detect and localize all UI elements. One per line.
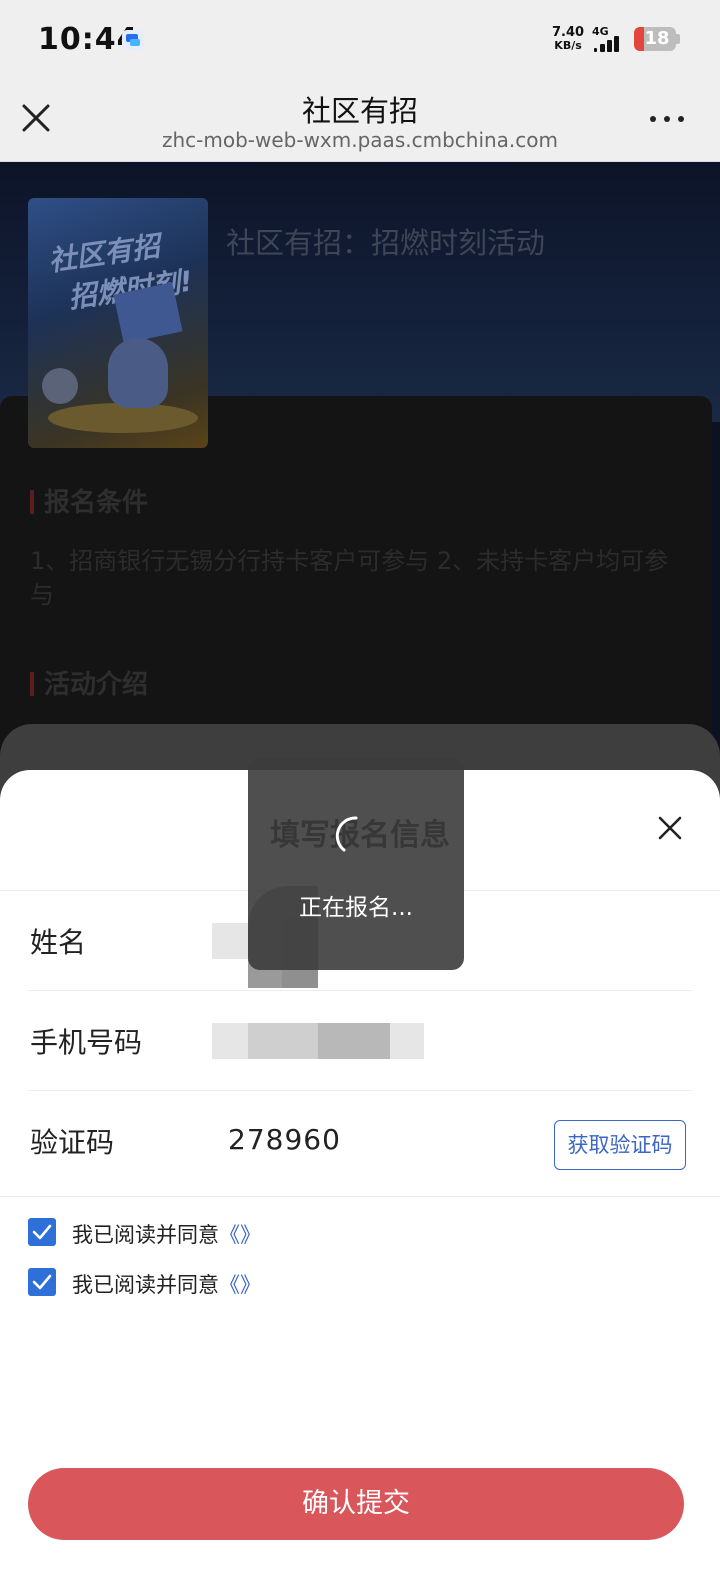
- browser-nav-bar: 社区有招 zhc-mob-web-wxm.paas.cmbchina.com: [0, 80, 720, 162]
- section-heading-intro: 活动介绍: [44, 670, 149, 700]
- battery-cap: [676, 34, 680, 44]
- network-speed: 7.40 KB/s: [552, 26, 584, 52]
- agreement-prefix: 我已阅读并同意: [72, 1223, 219, 1247]
- loading-message: 正在报名...: [299, 895, 413, 921]
- code-field-label: 验证码: [30, 1126, 115, 1159]
- section-marker: [30, 490, 34, 514]
- redacted-block: [318, 1023, 390, 1059]
- redacted-block: [248, 1023, 318, 1059]
- more-icon[interactable]: [650, 108, 690, 128]
- submit-button[interactable]: 确认提交: [28, 1468, 684, 1540]
- section-heading-conditions: 报名条件: [44, 488, 149, 518]
- agreement-checkbox[interactable]: [28, 1218, 56, 1246]
- section-text-conditions: 1、招商银行无锡分行持卡客户可参与 2、未持卡客户均可参与: [30, 547, 669, 609]
- message-app-icon: [122, 30, 144, 50]
- section-marker: [30, 672, 34, 696]
- agreement-prefix: 我已阅读并同意: [72, 1273, 219, 1297]
- agreement-text: 我已阅读并同意《》: [72, 1219, 261, 1249]
- signal-icon: [594, 34, 628, 52]
- code-input[interactable]: 278960: [228, 1123, 341, 1156]
- battery-icon: 18: [634, 27, 676, 51]
- poster-mascot-shape: [108, 338, 168, 408]
- page-title: 社区有招: [301, 94, 418, 128]
- redacted-block: [212, 923, 248, 959]
- phone-field-label: 手机号码: [30, 1026, 143, 1059]
- status-bar: 10:44 7.40 KB/s 4G 18: [0, 0, 720, 80]
- network-speed-value: 7.40: [552, 25, 585, 40]
- agreement-row[interactable]: 我已阅读并同意《》: [28, 1218, 328, 1248]
- close-icon[interactable]: [656, 814, 684, 842]
- agreement-link[interactable]: 《》: [219, 1223, 261, 1247]
- code-field-row: 验证码 278960 获取验证码: [28, 1091, 692, 1191]
- phone-field-row: 手机号码: [28, 991, 692, 1091]
- redacted-block: [390, 1023, 424, 1059]
- spinner-icon: [334, 814, 378, 858]
- activity-poster-image: 社区有招 招燃时刻!: [28, 198, 208, 448]
- loading-toast: 正在报名...: [248, 758, 464, 970]
- redacted-block: [212, 1023, 248, 1059]
- network-speed-unit: KB/s: [554, 39, 582, 52]
- get-code-button[interactable]: 获取验证码: [554, 1120, 686, 1170]
- poster-ball-shape: [42, 368, 78, 404]
- page-url: zhc-mob-web-wxm.paas.cmbchina.com: [161, 128, 558, 152]
- agreement-checkbox[interactable]: [28, 1268, 56, 1296]
- poster-gift-shape: [113, 282, 183, 344]
- name-field-label: 姓名: [30, 926, 87, 959]
- agreement-row[interactable]: 我已阅读并同意《》: [28, 1268, 328, 1298]
- battery-level: 18: [644, 28, 670, 49]
- activity-title: 社区有招：招燃时刻活动: [226, 226, 546, 260]
- agreement-text: 我已阅读并同意《》: [72, 1269, 261, 1299]
- agreement-link[interactable]: 《》: [219, 1273, 261, 1297]
- divider: [0, 1196, 720, 1197]
